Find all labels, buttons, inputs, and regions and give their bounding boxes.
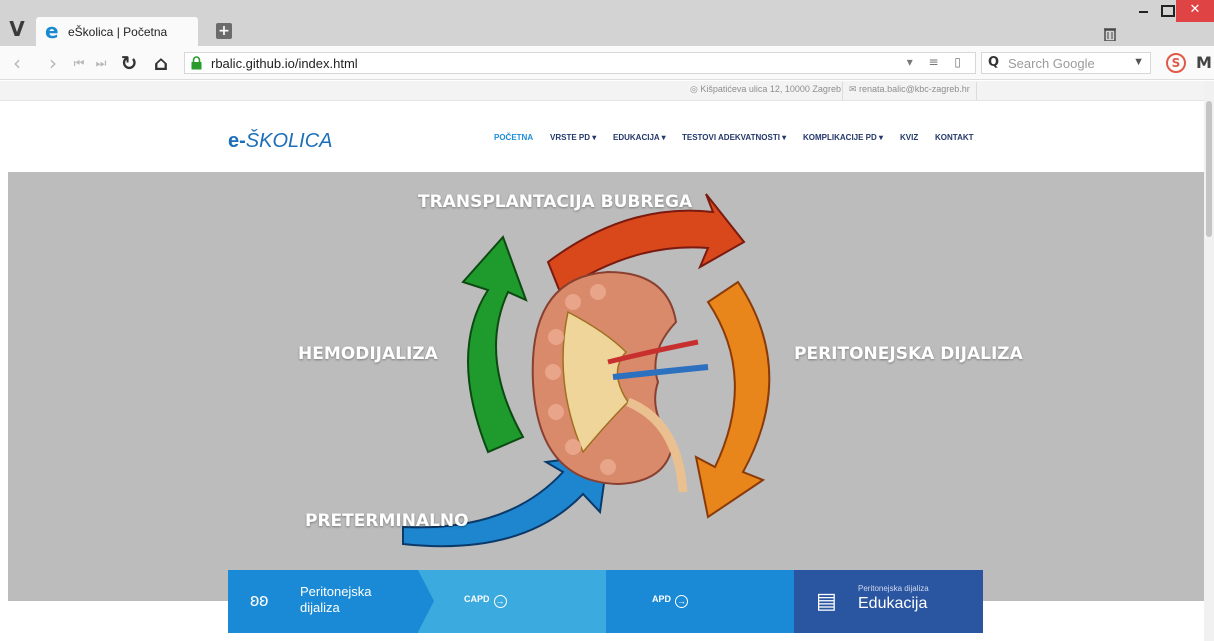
logo-main: ŠKOLICA [245, 130, 333, 152]
mail-icon[interactable]: M [1196, 53, 1214, 73]
arrow-circle-icon: → [675, 595, 689, 608]
edu-title: Edukacija [858, 595, 928, 612]
pd-title-line1: Peritonejska [300, 584, 372, 599]
scrollbar[interactable] [1204, 81, 1214, 641]
arrow-green [461, 235, 528, 454]
chevron-down-icon[interactable]: ▼ [1133, 56, 1144, 68]
nav-edukacija[interactable]: EDUKACIJA ▾ [613, 133, 666, 142]
search-input[interactable]: Q Search Google ▼ [981, 52, 1151, 74]
reload-icon[interactable]: ↻ [118, 52, 140, 74]
label-transplantacija[interactable]: TRANSPLANTACIJA BUBREGA [418, 192, 692, 212]
kidneys-icon: ʚʚ [250, 590, 269, 610]
nav-komplikacije-pd[interactable]: KOMPLIKACIJE PD ▾ [803, 133, 883, 142]
chevron-divider [418, 570, 434, 632]
feature-pd[interactable]: ʚʚ Peritonejska dijaliza [228, 570, 418, 633]
capd-label: CAPD → [464, 594, 507, 608]
book-icon: ▤ [816, 588, 837, 613]
email-text: renata.balic@kbc-zagreb.hr [859, 84, 970, 94]
tab-bar: V e eŠkolica | Početna + ✕ [0, 0, 1214, 46]
arrow-orange [694, 280, 771, 519]
envelope-icon: ✉ [849, 84, 860, 94]
back-icon[interactable]: ‹ [8, 52, 26, 74]
kidney-illustration [531, 270, 709, 493]
address-text: Kišpatićeva ulica 12, 10000 Zagreb [700, 84, 841, 94]
home-icon[interactable]: ⌂ [150, 52, 172, 74]
rewind-icon[interactable]: ⏮ [70, 52, 88, 74]
search-icon: Q [988, 55, 1000, 70]
forward-icon[interactable]: › [44, 52, 62, 74]
contact-topbar: ◎ Kišpatićeva ulica 12, 10000 Zagreb ✉ r… [0, 81, 1204, 101]
url-field[interactable]: rbalic.github.io/index.html ▾ ≡ ▯ [184, 52, 976, 74]
close-button[interactable]: ✕ [1176, 0, 1214, 22]
feature-edukacija[interactable]: ▤ Peritonejska dijaliza Edukacija [794, 570, 983, 633]
nav-kontakt[interactable]: KONTAKT [935, 133, 974, 142]
pd-title-line2: dijaliza [300, 600, 340, 615]
site-logo[interactable]: e-ŠKOLICA [228, 130, 333, 153]
feature-apd[interactable]: APD → [606, 570, 794, 633]
nav-pocetna[interactable]: POČETNA [494, 133, 533, 142]
extension-icon[interactable]: S [1166, 53, 1186, 73]
divider [842, 82, 843, 100]
vivaldi-logo-icon[interactable]: V [6, 18, 28, 40]
location-icon: ◎ [690, 84, 701, 94]
lock-icon [191, 56, 202, 70]
search-placeholder: Search Google [1008, 56, 1095, 71]
web-page: ◎ Kišpatićeva ulica 12, 10000 Zagreb ✉ r… [0, 81, 1204, 641]
nav-kviz[interactable]: KVIZ [900, 133, 918, 142]
browser-tab[interactable]: e eŠkolica | Početna [36, 17, 198, 46]
edu-subtitle: Peritonejska dijaliza [858, 584, 929, 593]
new-tab-button[interactable]: + [216, 23, 232, 39]
tab-title: eŠkolica | Početna [68, 25, 168, 39]
address-toolbar: ‹ › ⏮ ⏭ ↻ ⌂ rbalic.github.io/index.html … [0, 46, 1214, 80]
arrow-circle-icon: → [493, 595, 507, 608]
email-item[interactable]: ✉ renata.balic@kbc-zagreb.hr [849, 84, 970, 95]
nav-testovi-adekvatnosti[interactable]: TESTOVI ADEKVATNOSTI ▾ [682, 133, 786, 142]
nav-vrste-pd[interactable]: VRSTE PD ▾ [550, 133, 596, 142]
label-hemodijaliza[interactable]: HEMODIJALIZA [298, 344, 438, 364]
favicon-icon: e [45, 19, 59, 43]
fast-forward-icon[interactable]: ⏭ [92, 52, 110, 74]
url-text: rbalic.github.io/index.html [211, 56, 358, 71]
minimize-button[interactable] [1131, 0, 1157, 20]
divider [976, 82, 977, 100]
feature-capd[interactable]: CAPD → [418, 570, 606, 633]
address-item: ◎ Kišpatićeva ulica 12, 10000 Zagreb [690, 84, 841, 95]
hero-banner: TRANSPLANTACIJA BUBREGA HEMODIJALIZA PER… [8, 172, 1204, 601]
url-tools[interactable]: ▾ ≡ ▯ [907, 55, 967, 69]
cycle-illustration [402, 193, 771, 548]
label-peritonejska[interactable]: PERITONEJSKA DIJALIZA [794, 344, 1023, 364]
apd-label: APD → [652, 594, 689, 608]
trash-icon[interactable] [1104, 27, 1116, 41]
label-preterminalno[interactable]: PRETERMINALNO [305, 511, 469, 531]
logo-prefix: e- [228, 130, 246, 152]
scrollbar-thumb[interactable] [1206, 101, 1212, 237]
